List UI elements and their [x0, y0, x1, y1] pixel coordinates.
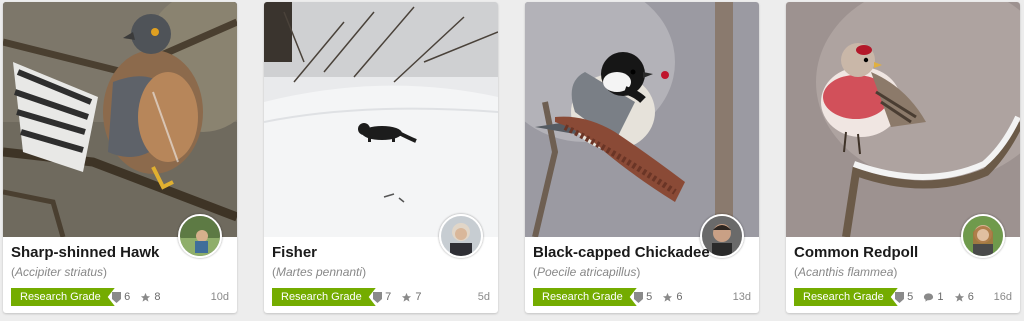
observation-card[interactable]: Black-capped Chickadee (Poecile atricapi… — [525, 2, 759, 313]
star-icon — [401, 288, 412, 306]
common-name[interactable]: Sharp-shinned Hawk — [11, 244, 159, 261]
card-stats: 6 8 — [112, 288, 161, 306]
user-avatar[interactable] — [178, 214, 222, 258]
scientific-name: (Martes pennanti) — [272, 265, 367, 279]
observation-card[interactable]: Sharp-shinned Hawk (Accipiter striatus) … — [3, 2, 237, 313]
observation-age: 10d — [210, 291, 229, 303]
identification-icon — [112, 288, 121, 306]
observation-photo[interactable] — [3, 2, 237, 237]
research-grade-badge: Research Grade — [794, 288, 898, 306]
common-name[interactable]: Fisher — [272, 244, 317, 261]
ids-count: 7 — [385, 291, 392, 304]
comments-count: 1 — [937, 291, 944, 304]
identification-icon — [634, 288, 643, 306]
star-icon — [662, 288, 673, 306]
star-icon — [954, 288, 965, 306]
observation-card[interactable]: Common Redpoll (Acanthis flammea) Resear… — [786, 2, 1020, 313]
scientific-name: (Poecile atricapillus) — [533, 265, 641, 279]
scientific-name: (Acanthis flammea) — [794, 265, 898, 279]
ids-count: 5 — [646, 291, 653, 304]
card-footer: Research Grade 5 1 6 16d — [794, 288, 1012, 306]
faves-count: 7 — [415, 291, 422, 304]
faves-count: 6 — [967, 291, 974, 304]
star-icon — [140, 288, 151, 306]
user-avatar[interactable] — [439, 214, 483, 258]
comment-icon — [923, 288, 934, 306]
card-stats: 5 6 — [634, 288, 683, 306]
observation-grid: Sharp-shinned Hawk (Accipiter striatus) … — [0, 0, 1024, 321]
research-grade-badge: Research Grade — [11, 288, 115, 306]
common-name[interactable]: Common Redpoll — [794, 244, 918, 261]
observation-photo[interactable] — [786, 2, 1020, 237]
card-footer: Research Grade 7 7 5d — [272, 288, 490, 306]
card-stats: 5 1 6 — [895, 288, 974, 306]
card-footer: Research Grade 5 6 13d — [533, 288, 751, 306]
card-stats: 7 7 — [373, 288, 422, 306]
ids-count: 6 — [124, 291, 131, 304]
user-avatar[interactable] — [961, 214, 1005, 258]
research-grade-badge: Research Grade — [533, 288, 637, 306]
observation-age: 13d — [732, 291, 751, 303]
identification-icon — [895, 288, 904, 306]
research-grade-badge: Research Grade — [272, 288, 376, 306]
observation-photo[interactable] — [525, 2, 759, 237]
scientific-name: (Accipiter striatus) — [11, 265, 108, 279]
ids-count: 5 — [907, 291, 914, 304]
common-name[interactable]: Black-capped Chickadee — [533, 244, 710, 261]
observation-photo[interactable] — [264, 2, 498, 237]
observation-age: 5d — [477, 291, 490, 303]
card-footer: Research Grade 6 8 10d — [11, 288, 229, 306]
identification-icon — [373, 288, 382, 306]
observation-age: 16d — [993, 291, 1012, 303]
faves-count: 8 — [154, 291, 161, 304]
faves-count: 6 — [676, 291, 683, 304]
observation-card[interactable]: Fisher (Martes pennanti) Research Grade … — [264, 2, 498, 313]
